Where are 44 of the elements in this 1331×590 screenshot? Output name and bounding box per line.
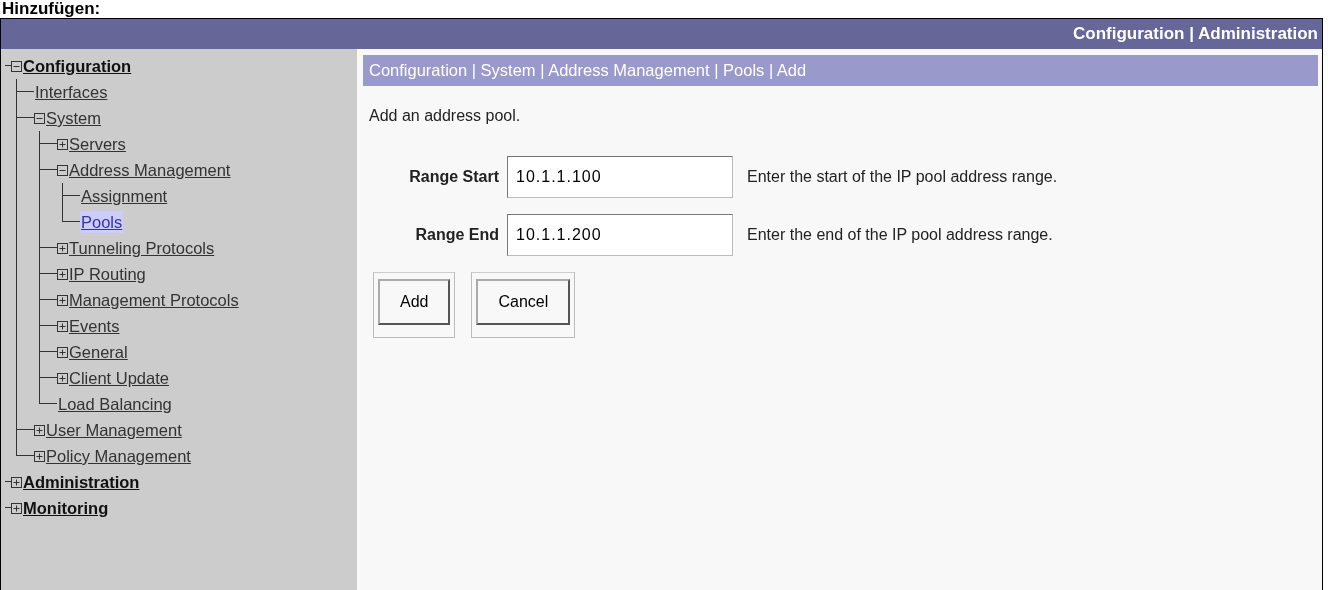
expand-icon[interactable] (11, 476, 22, 488)
tree-link[interactable]: General (68, 341, 129, 363)
field-hint: Enter the end of the IP pool address range. (747, 224, 1053, 245)
expand-icon[interactable] (57, 320, 68, 332)
form-button[interactable]: Cancel (476, 278, 571, 325)
collapse-icon[interactable] (57, 164, 68, 176)
field-hint: Enter the start of the IP pool address range. (747, 166, 1058, 187)
tree-link[interactable]: IP Routing (68, 263, 147, 285)
tree-link[interactable]: Tunneling Protocols (68, 237, 216, 259)
header-links[interactable]: Configuration | Administration (1073, 21, 1318, 47)
collapse-icon[interactable] (34, 112, 45, 124)
expand-icon[interactable] (57, 372, 68, 384)
tree-link[interactable]: Client Update (68, 367, 170, 389)
tree-link[interactable]: Servers (68, 133, 127, 155)
expand-icon[interactable] (11, 502, 22, 514)
breadcrumb-bar: Configuration | System | Address Management | Pools | Add (363, 55, 1318, 86)
tree-link[interactable]: Management Protocols (68, 289, 240, 311)
page-caption: Hinzufügen: (1, 0, 102, 18)
tree-link[interactable]: Policy Management (45, 445, 192, 467)
tree-link[interactable]: Assignment (80, 185, 169, 207)
field-label: Range Start (408, 166, 500, 187)
tree-link[interactable]: Administration (22, 471, 141, 493)
expand-icon[interactable] (57, 242, 68, 254)
tree-link[interactable]: Load Balancing (57, 393, 173, 415)
tree-link[interactable]: Events (68, 315, 121, 337)
tree-link[interactable]: Configuration (22, 55, 133, 77)
tree-link[interactable]: Address Management (68, 159, 232, 181)
tree-link[interactable]: Pools (80, 211, 124, 233)
tree-link[interactable]: User Management (45, 419, 183, 441)
expand-icon[interactable] (57, 138, 68, 150)
expand-icon[interactable] (34, 450, 45, 462)
expand-icon[interactable] (57, 294, 68, 306)
expand-icon[interactable] (57, 346, 68, 358)
expand-icon[interactable] (34, 424, 45, 436)
field-label: Range End (414, 224, 500, 245)
collapse-icon[interactable] (11, 60, 22, 72)
intro-text: Add an address pool. (369, 105, 522, 126)
form-button[interactable]: Add (378, 278, 451, 325)
tree-link[interactable]: Interfaces (34, 81, 109, 103)
expand-icon[interactable] (57, 268, 68, 280)
tree-link[interactable]: Monitoring (22, 497, 110, 519)
tree-link[interactable]: System (45, 107, 102, 129)
text-field[interactable]: 10.1.1.100 (507, 155, 733, 198)
text-field[interactable]: 10.1.1.200 (507, 213, 733, 256)
